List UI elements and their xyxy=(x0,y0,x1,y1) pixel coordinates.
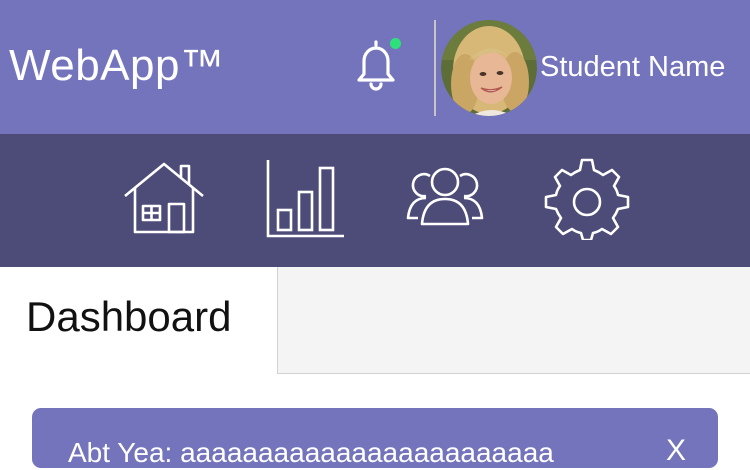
user-avatar[interactable] xyxy=(441,20,537,116)
tab-strip-empty-area xyxy=(277,267,750,374)
top-header: WebApp™ Student Name xyxy=(0,0,750,134)
users-icon[interactable] xyxy=(402,154,488,240)
user-name[interactable]: Student Name xyxy=(540,50,725,84)
bar-chart-icon[interactable] xyxy=(262,154,348,240)
tab-dashboard-label: Dashboard xyxy=(26,293,232,340)
home-icon[interactable] xyxy=(121,154,207,240)
notification-indicator xyxy=(390,38,401,49)
tab-dashboard[interactable]: Dashboard xyxy=(0,267,277,375)
info-card-title: Abt Yea: aaaaaaaaaaaaaaaaaaaaaaaa xyxy=(68,437,554,468)
icon-navigation-bar xyxy=(0,134,750,267)
app-logo-text[interactable]: WebApp™ xyxy=(9,40,224,92)
close-icon[interactable]: X xyxy=(666,434,686,468)
header-divider xyxy=(434,20,436,116)
info-card-header[interactable]: Abt Yea: aaaaaaaaaaaaaaaaaaaaaaaa X xyxy=(32,408,718,468)
gear-icon[interactable] xyxy=(544,154,630,242)
